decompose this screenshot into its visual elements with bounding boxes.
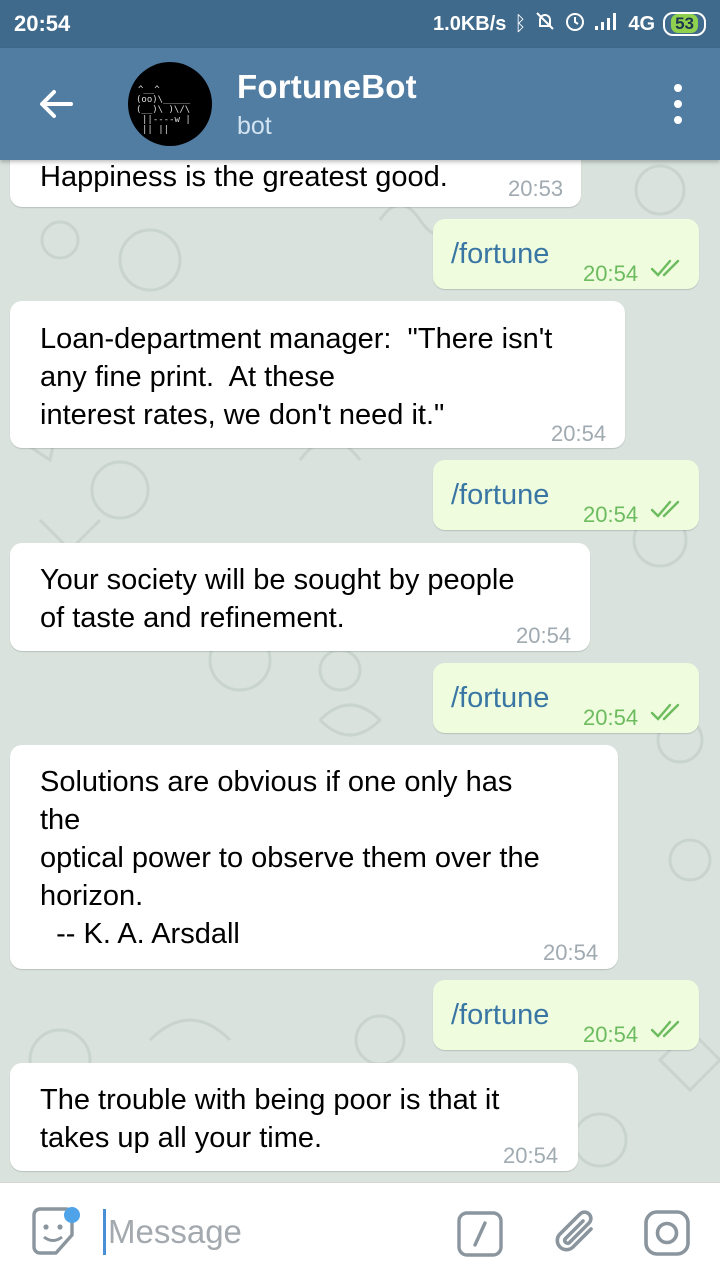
status-indicators: 1.0KB/s ᛒ 4G 53: [433, 10, 706, 38]
message-text: Loan-department manager: "There isn't an…: [40, 323, 553, 431]
message-time: 20:54: [516, 623, 572, 648]
incoming-message[interactable]: The trouble with being poor is that it t…: [10, 1063, 578, 1171]
message-text: The trouble with being poor is that it t…: [40, 1084, 500, 1154]
mute-icon: [534, 10, 556, 38]
bot-command-button[interactable]: [457, 1211, 503, 1262]
svg-text:^__^: ^__^: [138, 85, 160, 95]
double-check-icon: [650, 259, 680, 277]
incoming-message[interactable]: Loan-department manager: "There isn't an…: [10, 301, 625, 448]
alarm-icon: [564, 10, 586, 38]
battery-level: 53: [671, 14, 698, 33]
double-check-icon: [650, 703, 680, 721]
status-bar: 20:54 1.0KB/s ᛒ 4G 53: [0, 0, 720, 48]
message-time: 20:54: [503, 1143, 559, 1168]
text-caret: [103, 1209, 106, 1255]
chat-subtitle: bot: [237, 111, 272, 140]
message-time: 20:54: [551, 421, 607, 446]
more-menu-button[interactable]: [666, 84, 690, 124]
network-type: 4G: [628, 12, 656, 35]
arrow-left-icon: [40, 90, 73, 118]
sticker-button[interactable]: [28, 1207, 84, 1264]
svg-text:(oo)\_____: (oo)\_____: [136, 95, 191, 105]
back-button[interactable]: [28, 76, 84, 132]
svg-text:(__)\ )\/\: (__)\ )\/\: [136, 105, 190, 115]
status-time: 20:54: [14, 11, 71, 36]
outgoing-message[interactable]: /fortune 20:54: [433, 980, 699, 1050]
message-list[interactable]: Happiness is the greatest good. 20:53 /f…: [0, 160, 720, 1182]
svg-text:||----w |: ||----w |: [142, 115, 191, 125]
outgoing-message[interactable]: /fortune 20:54: [433, 460, 699, 530]
battery-indicator: 53: [663, 12, 706, 36]
message-text: /fortune: [451, 682, 550, 714]
message-time: 20:54: [583, 502, 639, 527]
message-input[interactable]: [108, 1205, 408, 1259]
double-check-icon: [650, 1020, 680, 1038]
double-check-icon: [650, 500, 680, 518]
message-time: 20:53: [508, 176, 564, 201]
message-text: Your society will be sought by people of…: [40, 564, 515, 634]
incoming-message[interactable]: Happiness is the greatest good. 20:53: [10, 160, 581, 207]
bot-avatar[interactable]: ^__^ (oo)\_____ (__)\ )\/\ ||----w | || …: [128, 62, 212, 146]
camera-button[interactable]: [643, 1209, 691, 1262]
message-time: 20:54: [583, 705, 639, 730]
outgoing-message[interactable]: /fortune 20:54: [433, 663, 699, 733]
message-text: /fortune: [451, 999, 550, 1031]
message-text: /fortune: [451, 479, 550, 511]
ascii-cow-icon: ^__^ (oo)\_____ (__)\ )\/\ ||----w | || …: [136, 85, 191, 135]
chat-title: FortuneBot: [237, 67, 417, 105]
outgoing-message[interactable]: /fortune 20:54: [433, 219, 699, 289]
camera-icon: [644, 1210, 690, 1256]
chat-header: ^__^ (oo)\_____ (__)\ )\/\ ||----w | || …: [0, 48, 720, 160]
incoming-message[interactable]: Your society will be sought by people of…: [10, 543, 590, 651]
net-speed: 1.0KB/s: [433, 12, 507, 35]
message-input-bar: [0, 1182, 720, 1280]
message-time: 20:54: [583, 261, 639, 286]
attach-icon: [555, 1210, 593, 1252]
attach-button[interactable]: [553, 1207, 601, 1264]
message-time: 20:54: [543, 940, 599, 965]
more-vert-icon: [674, 84, 682, 92]
message-text: /fortune: [451, 238, 550, 270]
bot-command-icon: [457, 1211, 503, 1257]
message-time: 20:54: [583, 1022, 639, 1047]
bluetooth-icon: ᛒ: [514, 12, 527, 35]
sticker-icon: [32, 1207, 80, 1255]
message-text: Solutions are obvious if one only has th…: [40, 766, 540, 950]
svg-text:|| ||: || ||: [142, 125, 169, 135]
incoming-message[interactable]: Solutions are obvious if one only has th…: [10, 745, 618, 969]
chat-title-box[interactable]: FortuneBot bot: [237, 68, 417, 141]
signal-icon: [594, 11, 620, 37]
message-text: Happiness is the greatest good.: [40, 161, 448, 193]
